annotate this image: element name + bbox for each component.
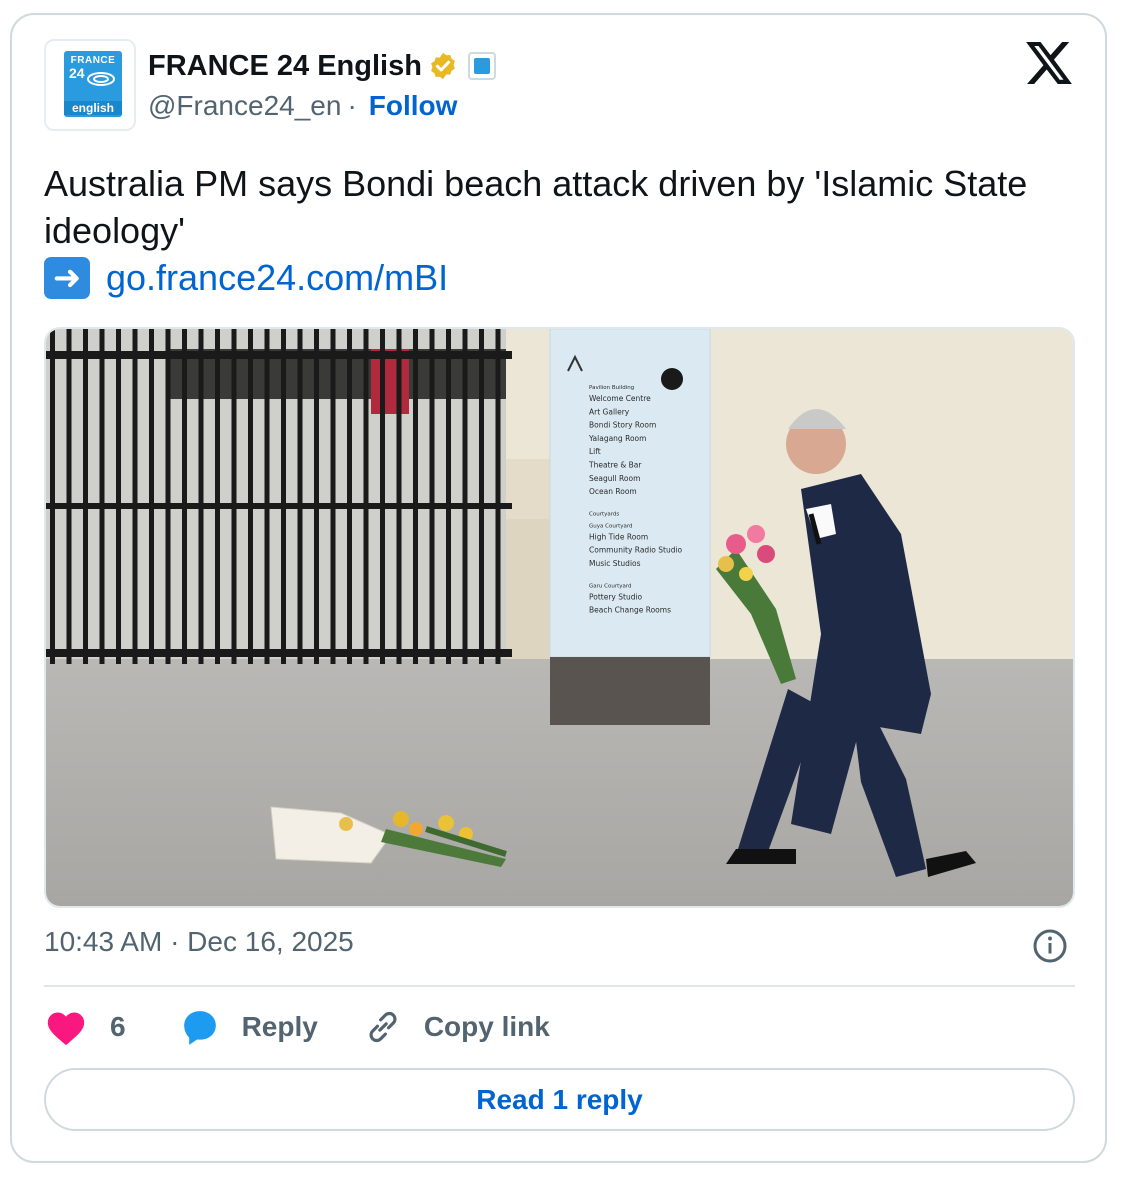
- sign-line: Seagull Room: [589, 474, 640, 483]
- gate-bar: [132, 329, 138, 664]
- tweet-photo[interactable]: Pavilion Building Welcome Centre Art Galle…: [44, 327, 1075, 908]
- affiliate-badge-icon: [467, 52, 496, 80]
- gate-rail: [46, 351, 512, 359]
- sign-line: Beach Change Rooms: [589, 606, 671, 615]
- copy-link-label: Copy link: [423, 1011, 550, 1042]
- gate-bar: [50, 329, 55, 664]
- gate-bar: [297, 329, 303, 664]
- reply-button[interactable]: Reply: [180, 1007, 318, 1047]
- tweet-timestamp[interactable]: 10:43 AM · Dec 16, 2025: [44, 926, 354, 958]
- tweet-actions: 6 Reply Copy link: [44, 1005, 550, 1049]
- like-count: 6: [110, 1011, 126, 1042]
- logo-text-english: english: [64, 101, 122, 115]
- tweet-link-row: ➜ go.france24.com/mBI: [44, 254, 1064, 301]
- sign-line: High Tide Room: [589, 532, 648, 541]
- x-logo-icon[interactable]: [1026, 42, 1072, 84]
- sign-line: Theatre & Bar: [588, 461, 642, 470]
- gate-bar: [413, 329, 418, 664]
- sign-line: Garu Courtyard: [589, 583, 632, 589]
- tweet-text: Australia PM says Bondi beach attack dri…: [44, 163, 1028, 251]
- france24-logo: FRANCE 24 english: [64, 51, 122, 117]
- sign-line: Welcome Centre: [589, 394, 651, 403]
- gate-bar: [66, 329, 72, 664]
- account-handle[interactable]: @France24_en: [148, 90, 341, 122]
- gate-bar: [281, 329, 286, 664]
- gate-bar: [215, 329, 220, 664]
- gate-bar: [99, 329, 105, 664]
- divider: [44, 985, 1075, 987]
- gate-rail: [46, 649, 512, 657]
- sign-line: Ocean Room: [589, 487, 637, 496]
- sign-line: Community Radio Studio: [589, 546, 683, 555]
- gate-bar: [116, 329, 121, 664]
- sign-line: Music Studios: [589, 559, 641, 568]
- gate-bar: [83, 329, 88, 664]
- gate-bar: [248, 329, 253, 664]
- verified-gold-badge-icon: [431, 52, 455, 80]
- copy-link-button[interactable]: Copy link: [364, 1008, 550, 1046]
- logo-text-24: 24: [69, 65, 85, 81]
- sign-line: Art Gallery: [589, 407, 630, 416]
- tweet-body: Australia PM says Bondi beach attack dri…: [44, 160, 1064, 301]
- gate-bar: [495, 329, 501, 664]
- gate-bar: [363, 329, 369, 664]
- sign-line: Lift: [589, 447, 601, 456]
- read-replies-button[interactable]: Read 1 reply: [44, 1068, 1075, 1131]
- gate-bar: [462, 329, 468, 664]
- gate-bar: [396, 329, 402, 664]
- sign-line: Courtyards: [589, 511, 619, 517]
- sign-line: Pottery Studio: [589, 592, 643, 601]
- gate-bar: [446, 329, 451, 664]
- logo-swirl-icon: [87, 72, 115, 86]
- sign-line: Pavilion Building: [589, 385, 634, 391]
- photo-scene: Pavilion Building Welcome Centre Art Galle…: [46, 329, 1073, 906]
- sign-location-icon: [661, 368, 683, 390]
- reply-bubble-icon: [183, 1011, 216, 1045]
- gate-bar: [182, 329, 187, 664]
- gate-bar: [198, 329, 204, 664]
- sign-base: [550, 657, 710, 725]
- account-avatar[interactable]: FRANCE 24 english: [44, 39, 136, 131]
- gate-bar: [314, 329, 319, 664]
- reply-label: Reply: [241, 1011, 318, 1042]
- gate-bar: [429, 329, 435, 664]
- display-name[interactable]: FRANCE 24 English: [148, 50, 422, 83]
- sign-line: Bondi Story Room: [589, 421, 656, 430]
- separator-dot: ·: [347, 90, 357, 121]
- gate-rail: [46, 503, 512, 509]
- sign-line: Guya Courtyard: [589, 523, 633, 529]
- heart-icon: [47, 1012, 85, 1046]
- like-button[interactable]: 6: [44, 1007, 126, 1047]
- gate-bar: [165, 329, 171, 664]
- right-arrow-emoji-icon: ➜: [44, 256, 90, 299]
- gate-bar: [149, 329, 154, 664]
- follow-button[interactable]: Follow: [369, 90, 458, 122]
- gate-bar: [264, 329, 270, 664]
- gate-bar: [330, 329, 336, 664]
- handle-row: @France24_en · Follow: [148, 90, 457, 122]
- tweet-link[interactable]: go.france24.com/mBI: [106, 254, 448, 301]
- gate-bar: [347, 329, 352, 664]
- gate-bar: [479, 329, 484, 664]
- info-icon[interactable]: [1032, 928, 1068, 964]
- gate-bar: [231, 329, 237, 664]
- sign-line: Yalagang Room: [588, 434, 646, 443]
- account-name-row: FRANCE 24 English: [148, 48, 496, 84]
- link-chain-icon: [369, 1011, 397, 1043]
- gate-bar: [380, 329, 385, 664]
